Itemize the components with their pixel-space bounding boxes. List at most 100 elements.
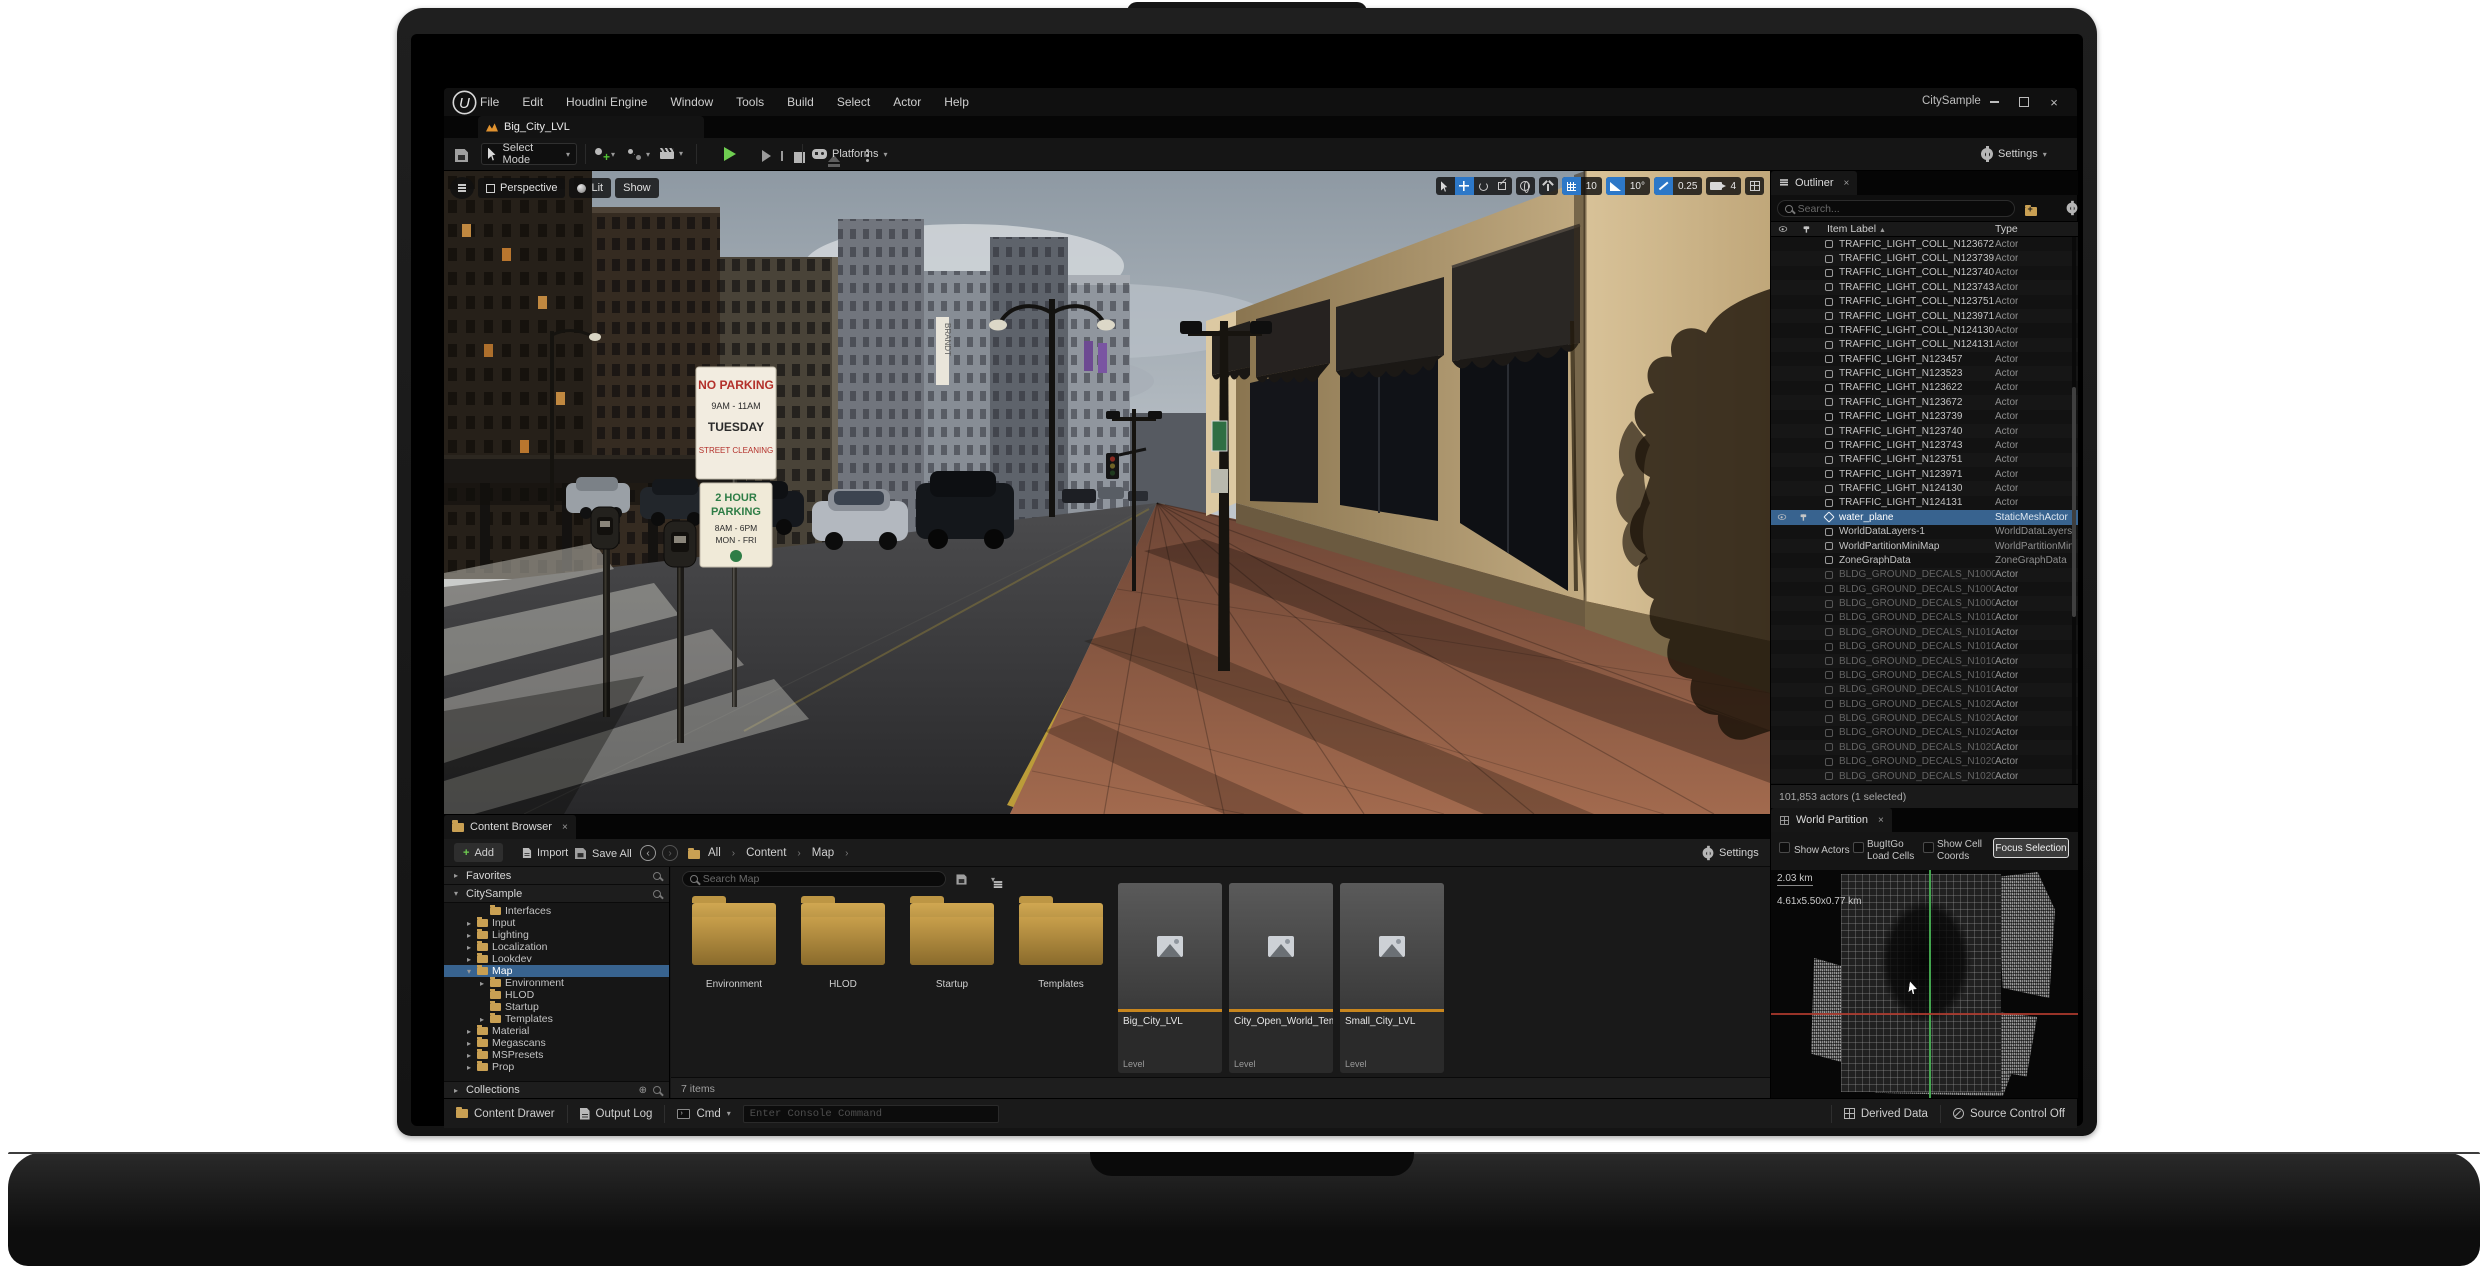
outliner-row[interactable]: TRAFFIC_LIGHT_COLL_N124131Actor (1771, 338, 2078, 352)
outliner-row[interactable]: BLDG_GROUND_DECALS_N101000 (UrActor (1771, 611, 2078, 625)
type-column[interactable]: Type (1995, 223, 2018, 235)
outliner-row[interactable]: BLDG_GROUND_DECALS_N101003 (UrActor (1771, 654, 2078, 668)
collections-header[interactable]: ▸Collections ⊕ (444, 1081, 669, 1099)
outliner-row[interactable]: TRAFFIC_LIGHT_N123740Actor (1771, 424, 2078, 438)
menu-item-tools[interactable]: Tools (736, 95, 764, 109)
favorites-search-icon[interactable] (653, 872, 661, 880)
save-icon[interactable] (455, 149, 468, 162)
source-control-button[interactable]: Source Control Off (1941, 1099, 2077, 1129)
level-tab[interactable]: Big_City_LVL (478, 116, 704, 138)
outliner-search[interactable] (1777, 200, 2015, 217)
outliner-row[interactable]: TRAFFIC_LIGHT_COLL_N123971Actor (1771, 309, 2078, 323)
sidebar-item-templates[interactable]: ▸Templates (444, 1013, 669, 1025)
menu-item-edit[interactable]: Edit (522, 95, 543, 109)
blueprints-button[interactable]: ▾ (628, 148, 650, 160)
content-browser-close-icon[interactable]: × (562, 822, 568, 833)
scale-tool-button[interactable] (1493, 177, 1512, 195)
outliner-row[interactable]: BLDG_GROUND_DECALS_N102005 (UrActor (1771, 769, 2078, 783)
menu-item-help[interactable]: Help (944, 95, 969, 109)
outliner-row[interactable]: WorldDataLayers-1WorldDataLayers (1771, 525, 2078, 539)
outliner-row[interactable]: TRAFFIC_LIGHT_N123751Actor (1771, 453, 2078, 467)
outliner-row[interactable]: BLDG_GROUND_DECALS_N100001 (UrActor (1771, 582, 2078, 596)
show-actors-checkbox[interactable] (1779, 842, 1790, 853)
content-drawer-button[interactable]: Content Drawer (444, 1099, 567, 1129)
outliner-row[interactable]: BLDG_GROUND_DECALS_N102003 (UrActor (1771, 740, 2078, 754)
outliner-row[interactable]: BLDG_GROUND_DECALS_N102004 (UrActor (1771, 755, 2078, 769)
citysample-header[interactable]: ▾CitySample (444, 885, 669, 903)
add-actor-button[interactable]: ▾ (593, 148, 615, 161)
console-command-input[interactable] (750, 1108, 992, 1120)
outliner-row[interactable]: TRAFFIC_LIGHT_N123743Actor (1771, 438, 2078, 452)
outliner-row[interactable]: BLDG_GROUND_DECALS_N101005 (UrActor (1771, 683, 2078, 697)
cmd-dropdown[interactable]: ›Cmd▾ (665, 1099, 742, 1129)
derived-data-button[interactable]: Derived Data (1832, 1099, 1940, 1129)
menu-item-window[interactable]: Window (670, 95, 713, 109)
show-dropdown[interactable]: Show (615, 178, 659, 198)
outliner-row[interactable]: ZoneGraphDataZoneGraphData (1771, 553, 2078, 567)
sidebar-item-interfaces[interactable]: Interfaces (444, 905, 669, 917)
camera-speed-control[interactable]: 4 (1706, 177, 1741, 195)
sidebar-item-localization[interactable]: ▸Localization (444, 941, 669, 953)
lit-dropdown[interactable]: Lit (569, 178, 611, 198)
maximize-viewport-button[interactable] (1745, 177, 1764, 195)
sidebar-item-map[interactable]: ▾Map (444, 965, 669, 977)
sidebar-item-material[interactable]: ▸Material (444, 1025, 669, 1037)
outliner-row[interactable]: TRAFFIC_LIGHT_COLL_N123739Actor (1771, 251, 2078, 265)
cinematics-button[interactable]: ▾ (660, 148, 683, 159)
outliner-row[interactable]: TRAFFIC_LIGHT_N124130Actor (1771, 481, 2078, 495)
rotate-tool-button[interactable] (1474, 177, 1493, 195)
menu-item-actor[interactable]: Actor (893, 95, 921, 109)
world-partition-tab[interactable]: World Partition × (1771, 808, 1892, 832)
sort-chevron-icon[interactable]: ▾ (991, 875, 995, 884)
sidebar-item-megascans[interactable]: ▸Megascans (444, 1037, 669, 1049)
move-tool-button[interactable] (1455, 177, 1474, 195)
outliner-scrollbar[interactable] (2072, 237, 2076, 784)
viewport[interactable]: BRANDT (444, 171, 1770, 814)
gizmo-button[interactable] (1539, 177, 1558, 195)
focus-selection-button[interactable]: Focus Selection (1993, 838, 2069, 858)
menu-item-houdini-engine[interactable]: Houdini Engine (566, 95, 647, 109)
collections-search-icon[interactable] (653, 1086, 661, 1094)
folder-tile-environment[interactable]: Environment (682, 903, 786, 990)
outliner-settings-icon[interactable] (2067, 203, 2078, 214)
save-search-icon[interactable] (956, 874, 966, 884)
sort-filter-icon[interactable] (994, 881, 1003, 883)
outliner-row[interactable]: BLDG_GROUND_DECALS_N102001 (UrActor (1771, 711, 2078, 725)
minimize-button[interactable] (1984, 94, 2004, 110)
viewport-options-button[interactable] (450, 177, 474, 199)
outliner-row[interactable]: TRAFFIC_LIGHT_N123672Actor (1771, 395, 2078, 409)
step-button[interactable] (762, 150, 771, 162)
save-all-button[interactable]: Save All (574, 847, 632, 860)
outliner-row[interactable]: BLDG_GROUND_DECALS_N100000 (UrActor (1771, 568, 2078, 582)
outliner-close-icon[interactable]: × (1844, 178, 1850, 189)
outliner-row[interactable]: TRAFFIC_LIGHT_COLL_N123743Actor (1771, 280, 2078, 294)
outliner-row[interactable]: BLDG_GROUND_DECALS_N100002 (UrActor (1771, 596, 2078, 610)
outliner-row[interactable]: TRAFFIC_LIGHT_N123622Actor (1771, 381, 2078, 395)
rotation-snap-control[interactable]: 10° (1606, 177, 1650, 195)
grid-snap-control[interactable]: 10 (1562, 177, 1602, 195)
cb-settings-button[interactable]: Settings (1702, 847, 1759, 859)
outliner-row[interactable]: TRAFFIC_LIGHT_N124131Actor (1771, 496, 2078, 510)
sidebar-item-mspresets[interactable]: ▸MSPresets (444, 1049, 669, 1061)
perspective-dropdown[interactable]: Perspective (478, 178, 565, 198)
play-button[interactable] (724, 147, 736, 161)
import-button[interactable]: Import (522, 847, 568, 859)
sidebar-item-prop[interactable]: ▸Prop (444, 1061, 669, 1073)
world-partition-close-icon[interactable]: × (1878, 815, 1884, 826)
outliner-row[interactable]: TRAFFIC_LIGHT_COLL_N124130Actor (1771, 323, 2078, 337)
folder-tile-templates[interactable]: Templates (1009, 903, 1113, 990)
add-button[interactable]: +Add (454, 843, 503, 862)
forward-icon[interactable]: › (662, 845, 678, 861)
breadcrumb-map[interactable]: Map (812, 847, 834, 859)
outliner-row[interactable]: BLDG_GROUND_DECALS_N101004 (UrActor (1771, 668, 2078, 682)
folder-tile-startup[interactable]: Startup (900, 903, 1004, 990)
outliner-row[interactable]: TRAFFIC_LIGHT_COLL_N123672Actor (1771, 237, 2078, 251)
platforms-dropdown[interactable]: Platforms ▾ (812, 148, 887, 160)
outliner-row[interactable]: TRAFFIC_LIGHT_N123523Actor (1771, 366, 2078, 380)
outliner-row[interactable]: BLDG_GROUND_DECALS_N102002 (UrActor (1771, 726, 2078, 740)
sidebar-item-environment[interactable]: ▸Environment (444, 977, 669, 989)
bugitgo-checkbox[interactable] (1853, 842, 1864, 853)
outliner-tab[interactable]: Outliner × (1771, 171, 1857, 195)
select-tool-button[interactable] (1436, 177, 1455, 195)
add-collection-icon[interactable]: ⊕ (639, 1085, 647, 1096)
